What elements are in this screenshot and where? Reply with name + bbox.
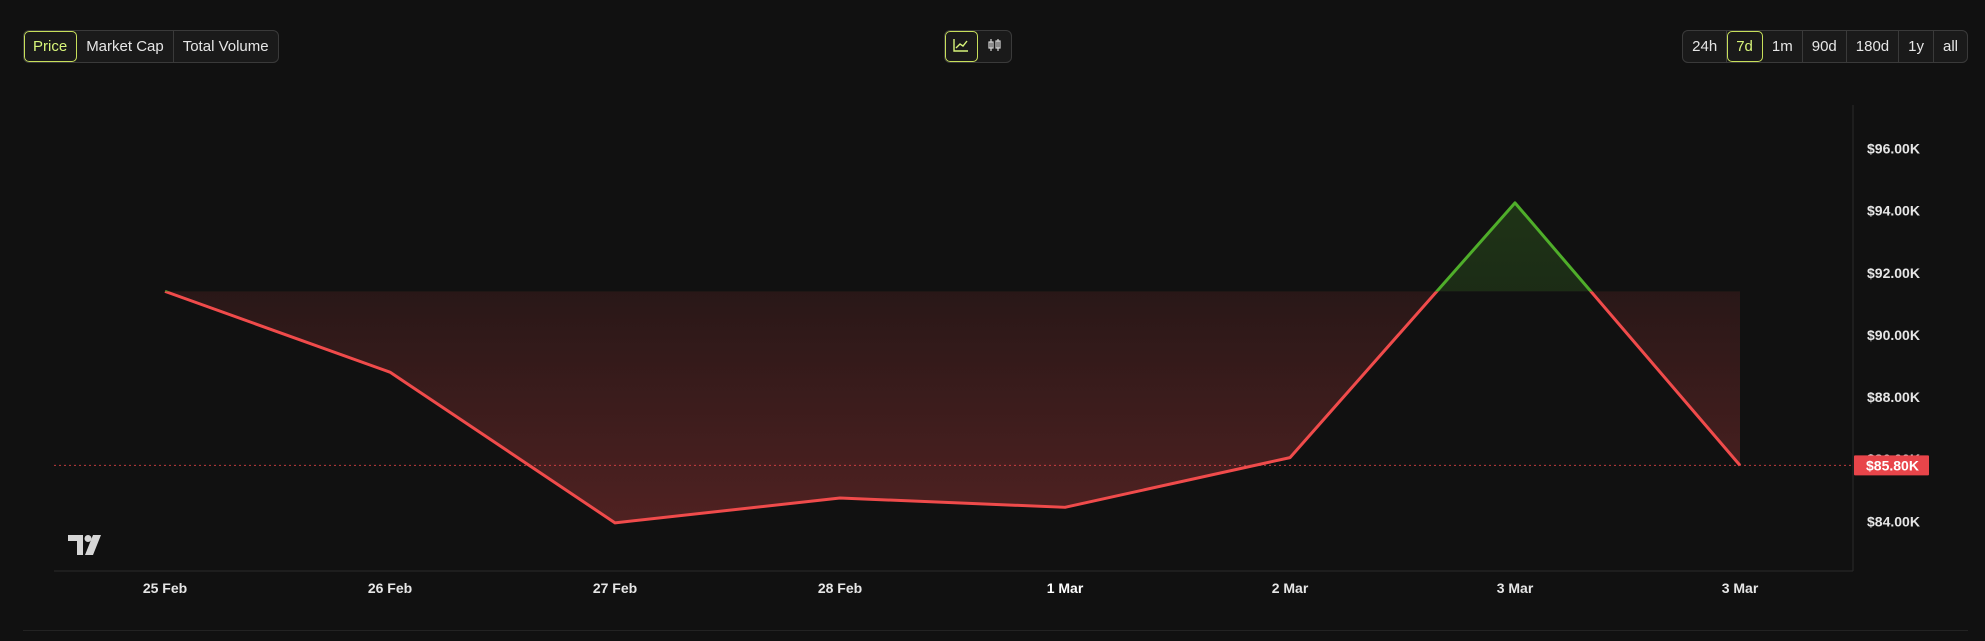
x-tick-label: 1 Mar	[1047, 580, 1084, 596]
current-price-tag-label: $85.80K	[1866, 457, 1919, 473]
x-tick-label: 27 Feb	[593, 580, 637, 596]
x-tick-label: 26 Feb	[368, 580, 412, 596]
y-tick-label: $94.00K	[1867, 203, 1920, 219]
data-point-7[interactable]	[1736, 461, 1744, 469]
data-point-5[interactable]	[1286, 454, 1294, 462]
y-tick-label: $92.00K	[1867, 265, 1920, 281]
data-point-6[interactable]	[1511, 199, 1519, 207]
data-point-1[interactable]	[386, 368, 394, 376]
data-point-0[interactable]	[161, 287, 169, 295]
y-tick-label: $84.00K	[1867, 513, 1920, 529]
price-chart[interactable]: $84.00K$86.00K$88.00K$90.00K$92.00K$94.0…	[0, 0, 1985, 641]
current-price-tag: $85.80K	[1854, 455, 1929, 476]
y-tick-label: $88.00K	[1867, 389, 1920, 405]
footer-divider	[23, 630, 1968, 631]
x-tick-label: 3 Mar	[1497, 580, 1534, 596]
data-point-3[interactable]	[836, 494, 844, 502]
data-point-4[interactable]	[1061, 503, 1069, 511]
x-tick-label: 25 Feb	[143, 580, 187, 596]
x-tick-label: 3 Mar	[1722, 580, 1759, 596]
x-tick-label: 2 Mar	[1272, 580, 1309, 596]
y-tick-label: $96.00K	[1867, 140, 1920, 156]
tradingview-logo-icon[interactable]	[68, 535, 108, 562]
x-tick-label: 28 Feb	[818, 580, 862, 596]
data-point-2[interactable]	[611, 519, 619, 527]
y-tick-label: $90.00K	[1867, 327, 1920, 343]
